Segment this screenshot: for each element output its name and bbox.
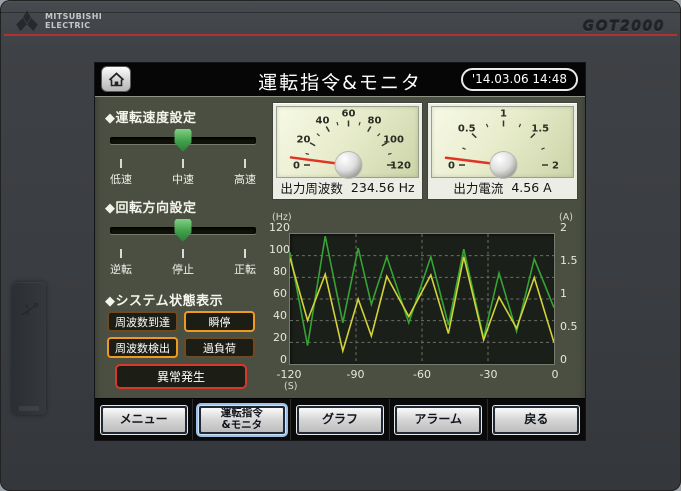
direction-slider-handle[interactable] (175, 219, 192, 242)
gauge-current-value: 4.56 A (511, 180, 551, 195)
y-left-tick: 40 (269, 309, 287, 322)
gauge-frequency-value: 234.56 Hz (351, 180, 415, 195)
nav-button-label: メニュー (120, 413, 168, 426)
svg-text:20: 20 (297, 135, 311, 146)
trend-chart: (Hz) (A) 120 100 80 60 40 20 0 2 1.5 1 0… (272, 210, 580, 396)
trend-plot-area (289, 233, 555, 365)
x-tick: -60 (413, 368, 431, 381)
gauge-dial-frequency: 0 20 40 60 80100 120 (277, 107, 420, 179)
nav-menu-button[interactable]: メニュー (100, 405, 188, 435)
x-tick: -120 (277, 368, 302, 381)
tick-mark (182, 249, 184, 258)
gauge-face: 0 20 40 60 80100 120 (276, 106, 419, 178)
status-section-heading: ◆システム状態表示 (105, 290, 223, 309)
y-left-tick: 0 (269, 353, 287, 366)
gauge-face: 0 0.5 1 1.5 2 (431, 106, 574, 178)
usb-icon (19, 300, 39, 320)
nav-graph-button[interactable]: グラフ (296, 405, 384, 435)
usb-cover-door (12, 282, 46, 415)
tick-mark (244, 159, 246, 168)
y-right-tick: 2 (560, 221, 567, 234)
y-left-tick: 20 (269, 331, 287, 344)
usb-door-latch (19, 406, 39, 411)
svg-text:2: 2 (552, 161, 559, 172)
y-left-tick: 100 (269, 243, 287, 256)
nav-alarm-button[interactable]: アラーム (394, 405, 482, 435)
alarm-indicator: 異常発生 (115, 364, 247, 389)
svg-text:80: 80 (368, 115, 382, 126)
y-right-tick: 0 (560, 353, 567, 366)
gauge-dial-current: 0 0.5 1 1.5 2 (432, 107, 575, 179)
speed-section-heading: ◆運転速度設定 (105, 107, 197, 126)
nav-button-label: 戻る (524, 413, 548, 426)
nav-operation-monitor-button[interactable]: 運転指令&モニタ (198, 405, 286, 435)
tick-mark (120, 249, 122, 258)
y-left-tick: 120 (269, 221, 287, 234)
x-tick: -30 (480, 368, 498, 381)
nav-button-label: アラーム (414, 413, 462, 426)
svg-text:100: 100 (383, 135, 404, 146)
svg-text:0.5: 0.5 (458, 124, 476, 135)
svg-text:0: 0 (293, 161, 300, 172)
brand-line1: MITSUBISHI (45, 12, 102, 21)
lamp-frequency-detect: 周波数検出 (107, 337, 178, 358)
tick-mark (120, 159, 122, 168)
nav-button-label: グラフ (322, 413, 358, 426)
svg-text:1.5: 1.5 (531, 124, 549, 135)
y-left-tick: 60 (269, 287, 287, 300)
speed-option-mid: 中速 (172, 171, 194, 187)
nav-button-label: 運転指令 (221, 408, 263, 420)
brand-logo: MITSUBISHI ELECTRIC (14, 9, 102, 33)
lamp-frequency-reached: 周波数到達 (107, 311, 178, 332)
tick-mark (244, 249, 246, 258)
speed-option-high: 高速 (234, 171, 256, 187)
direction-option-reverse: 逆転 (110, 261, 132, 277)
lamp-overload: 過負荷 (184, 337, 255, 358)
gauge-current-title: 出力電流 (453, 178, 503, 197)
y-right-tick: 1 (560, 287, 567, 300)
tick-mark (182, 159, 184, 168)
x-axis-unit: (S) (284, 381, 297, 392)
accent-stripe (4, 34, 677, 36)
direction-slider[interactable] (110, 219, 256, 243)
status-lamp-grid: 周波数到達 瞬停 周波数検出 過負荷 (107, 311, 255, 358)
datetime-display: '14.03.06 14:48 (461, 68, 578, 91)
gauge-output-current: 0 0.5 1 1.5 2 出力電流 4.56 A (427, 102, 578, 200)
title-bar: 運転指令&モニタ '14.03.06 14:48 (95, 63, 585, 97)
y-right-tick: 1.5 (560, 254, 578, 267)
direction-section-heading: ◆回転方向設定 (105, 197, 197, 216)
mitsubishi-diamonds-icon (14, 9, 40, 33)
speed-slider-handle[interactable] (175, 129, 192, 152)
gauge-frequency-title: 出力周波数 (280, 178, 343, 197)
svg-text:60: 60 (342, 109, 356, 120)
hmi-device: MITSUBISHI ELECTRIC GOT2000 運転指令&モニタ '14 (0, 0, 681, 491)
lcd-screen: 運転指令&モニタ '14.03.06 14:48 ◆運転速度設定 低速 中速 高… (95, 63, 585, 440)
svg-text:0: 0 (448, 161, 455, 172)
nav-button-label2: &モニタ (221, 420, 262, 432)
gauge-output-frequency: 0 20 40 60 80100 120 出力周波数 234.56 Hz (272, 102, 423, 200)
nav-back-button[interactable]: 戻る (492, 405, 580, 435)
trend-plot-canvas (290, 234, 554, 364)
model-logo: GOT2000 (583, 19, 665, 35)
speed-slider[interactable] (110, 129, 256, 153)
speed-scale: 低速 中速 高速 (103, 159, 263, 187)
lamp-instant-stop: 瞬停 (184, 311, 255, 332)
bottom-nav-bar: メニュー 運転指令&モニタ グラフ アラーム 戻る (95, 398, 585, 440)
svg-text:40: 40 (316, 115, 330, 126)
y-right-tick: 0.5 (560, 320, 578, 333)
svg-text:1: 1 (500, 109, 507, 120)
y-left-tick: 80 (269, 265, 287, 278)
speed-option-low: 低速 (110, 171, 132, 187)
x-tick: 0 (552, 368, 559, 381)
x-tick: -90 (347, 368, 365, 381)
svg-text:120: 120 (390, 161, 411, 172)
direction-option-stop: 停止 (172, 261, 194, 277)
direction-option-forward: 正転 (234, 261, 256, 277)
brand-line2: ELECTRIC (45, 21, 102, 30)
direction-scale: 逆転 停止 正転 (103, 249, 263, 277)
